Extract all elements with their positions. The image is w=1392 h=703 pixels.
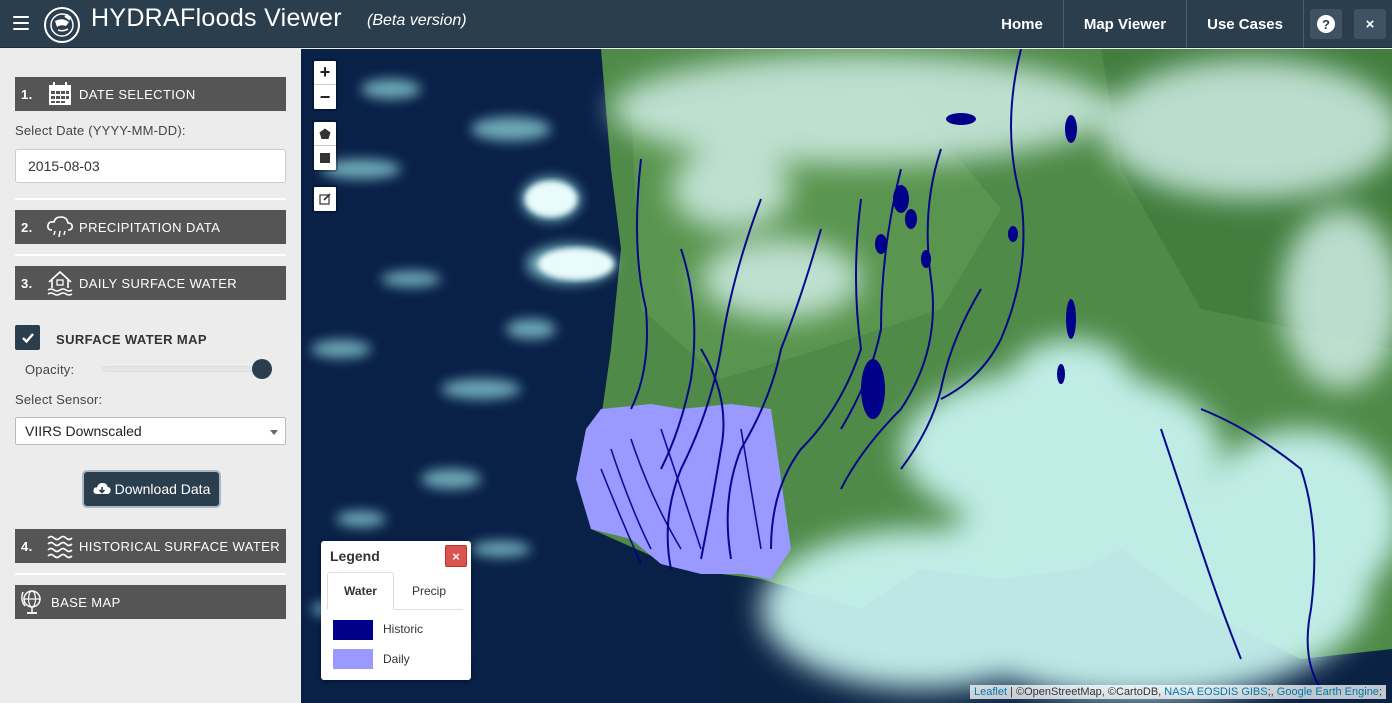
section-label: PRECIPITATION DATA [79, 219, 221, 235]
nav-use-cases[interactable]: Use Cases [1187, 0, 1304, 48]
legend-swatch-daily [333, 649, 373, 669]
checkmark-icon [21, 332, 34, 343]
edit-controls [312, 185, 338, 213]
app-subtitle: (Beta version) [367, 12, 467, 29]
sensor-label: Select Sensor: [15, 392, 103, 407]
rectangle-icon [320, 153, 330, 163]
logo-icon [44, 7, 80, 43]
section-label: DATE SELECTION [79, 86, 196, 102]
earth-engine-link[interactable]: Google Earth Engine [1277, 686, 1379, 698]
section-label: HISTORICAL SURFACE WATER [79, 538, 281, 554]
legend-tabs: Water Precip [327, 572, 463, 610]
divider [15, 198, 286, 200]
map-view[interactable]: + − Legend × Water Precip Historic Daily… [301, 49, 1392, 703]
opacity-label: Opacity: [25, 362, 75, 377]
nav-map-viewer[interactable]: Map Viewer [1064, 0, 1188, 48]
attribution-text: | ©OpenStreetMap, ©CartoDB, [1007, 686, 1165, 698]
draw-controls [312, 120, 338, 172]
calendar-icon [45, 79, 75, 109]
waves-icon [45, 531, 75, 561]
tab-water[interactable]: Water [327, 572, 394, 610]
draw-rectangle-button[interactable] [314, 146, 336, 170]
tab-precip[interactable]: Precip [398, 572, 460, 610]
legend-label-daily: Daily [383, 652, 410, 666]
legend-panel: Legend × Water Precip Historic Daily [321, 541, 471, 680]
edit-layers-button[interactable] [314, 187, 336, 211]
download-data-label: Download Data [114, 481, 211, 497]
section-base-map[interactable]: BASE MAP [15, 585, 286, 619]
rain-cloud-icon [45, 212, 75, 242]
gibs-link[interactable]: NASA EOSDIS GIBS [1164, 686, 1267, 698]
surface-water-map-checkbox[interactable] [15, 325, 40, 350]
edit-icon [319, 193, 331, 205]
draw-polygon-button[interactable] [314, 122, 336, 146]
download-data-button[interactable]: Download Data [82, 470, 221, 508]
section-label: DAILY SURFACE WATER [79, 275, 238, 291]
menu-icon[interactable] [13, 16, 29, 30]
attribution-separator: ;, [1267, 686, 1277, 698]
section-historical-surface-water[interactable]: 4. HISTORICAL SURFACE WATER [15, 529, 286, 563]
legend-title: Legend [330, 548, 380, 564]
opacity-slider[interactable] [102, 366, 270, 372]
zoom-out-button[interactable]: − [314, 85, 336, 109]
app-header: HYDRAFloods Viewer (Beta version) Home M… [0, 0, 1392, 48]
divider [15, 254, 286, 256]
section-label: BASE MAP [51, 594, 121, 610]
date-input[interactable]: 2015-08-03 [15, 149, 286, 183]
section-number: 4. [21, 538, 33, 554]
surface-water-map-label: SURFACE WATER MAP [56, 332, 208, 347]
globe-icon [17, 587, 47, 617]
help-icon: ? [1317, 15, 1335, 33]
app-title: HYDRAFloods Viewer [91, 4, 342, 32]
zoom-controls: + − [312, 59, 338, 111]
sensor-select-value: VIIRS Downscaled [25, 423, 142, 439]
polygon-icon [319, 128, 331, 139]
nav-home[interactable]: Home [981, 0, 1064, 48]
chevron-down-icon [270, 430, 278, 435]
legend-close-button[interactable]: × [445, 545, 467, 567]
section-date-selection[interactable]: 1. DATE SELECTION [15, 77, 286, 111]
sensor-select[interactable]: VIIRS Downscaled [15, 417, 286, 445]
sidebar: 1. DATE SELECTION Select Date (YYYY-MM-D… [0, 49, 300, 703]
section-precipitation-data[interactable]: 2. PRECIPITATION DATA [15, 210, 286, 244]
opacity-slider-handle[interactable] [252, 359, 272, 379]
flood-house-icon [45, 268, 75, 298]
close-button[interactable]: × [1354, 9, 1386, 39]
cloud-download-icon [93, 483, 111, 494]
section-number: 1. [21, 86, 33, 102]
divider [15, 573, 286, 575]
section-number: 3. [21, 275, 33, 291]
help-button[interactable]: ? [1310, 9, 1342, 39]
legend-label-historic: Historic [383, 622, 424, 636]
leaflet-link[interactable]: Leaflet [974, 686, 1007, 698]
top-nav: Home Map Viewer Use Cases ? × [981, 0, 1392, 48]
map-attribution: Leaflet | ©OpenStreetMap, ©CartoDB, NASA… [970, 685, 1386, 699]
attribution-end: ; [1378, 686, 1382, 698]
section-daily-surface-water[interactable]: 3. DAILY SURFACE WATER [15, 266, 286, 300]
close-icon: × [1365, 15, 1375, 33]
zoom-in-button[interactable]: + [314, 61, 336, 85]
legend-swatch-historic [333, 620, 373, 640]
section-number: 2. [21, 219, 33, 235]
date-label: Select Date (YYYY-MM-DD): [15, 123, 186, 138]
